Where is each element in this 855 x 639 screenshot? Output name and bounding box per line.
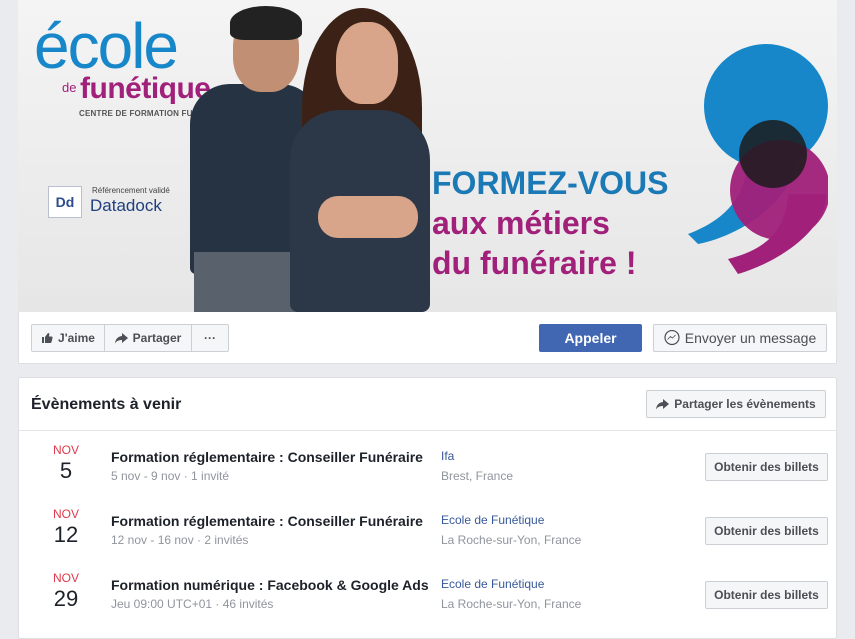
event-place-link[interactable]: Ecole de Funétique [441, 513, 544, 527]
share-label: Partager [132, 331, 182, 345]
event-place-link[interactable]: Ecole de Funétique [441, 577, 544, 591]
man-hair [230, 6, 302, 40]
call-label: Appeler [564, 330, 617, 346]
share-arrow-icon [656, 398, 670, 410]
ecole-funetique-logo: école de funétique CENTRE DE FORMATION F… [34, 10, 230, 118]
send-message-label: Envoyer un message [684, 330, 817, 346]
share-button[interactable]: Partager [104, 324, 192, 352]
event-row[interactable]: NOV 5 Formation réglementaire : Conseill… [19, 431, 836, 495]
event-city: La Roche-sur-Yon, France [441, 533, 582, 547]
cover-photo[interactable]: école de funétique CENTRE DE FORMATION F… [18, 0, 837, 312]
datadock-icon: Dd [48, 186, 82, 218]
share-events-button[interactable]: Partager les évènements [646, 390, 826, 418]
event-row[interactable]: NOV 12 Formation réglementaire : Conseil… [19, 495, 836, 559]
send-message-button[interactable]: Envoyer un message [653, 324, 827, 352]
event-meta: Jeu 09:00 UTC+01 · 46 invités [111, 597, 274, 611]
events-header: Évènements à venir Partager les évènemen… [19, 378, 836, 431]
event-title-link[interactable]: Formation réglementaire : Conseiller Fun… [111, 513, 429, 529]
event-day: 5 [59, 458, 73, 483]
thumbs-up-icon [41, 332, 53, 344]
share-arrow-icon [114, 332, 128, 344]
datadock-name: Datadock [90, 196, 162, 215]
event-city: Brest, France [441, 469, 514, 483]
event-title-link[interactable]: Formation numérique : Facebook & Google … [111, 577, 429, 593]
share-events-label: Partager les évènements [674, 397, 816, 411]
messenger-icon [664, 330, 680, 346]
event-row[interactable]: NOV 29 Formation numérique : Facebook & … [19, 559, 836, 623]
event-month: NOV [52, 443, 79, 457]
event-city: La Roche-sur-Yon, France [441, 597, 582, 611]
call-button[interactable]: Appeler [539, 324, 642, 352]
upcoming-events-card: Évènements à venir Partager les évènemen… [18, 377, 837, 639]
logo-funetique-text: funétique [80, 72, 211, 105]
logo-ecole-text: école [34, 10, 179, 82]
event-title-link[interactable]: Formation réglementaire : Conseiller Fun… [111, 449, 429, 465]
event-month: NOV [52, 507, 79, 521]
quote-comma-graphic [688, 44, 828, 274]
like-label: J'aime [58, 331, 95, 345]
woman-head [336, 22, 398, 104]
events-title: Évènements à venir [31, 396, 182, 413]
more-options-button[interactable]: ··· [191, 324, 229, 352]
event-place-link[interactable]: Ifa [441, 449, 454, 463]
headline-line-3: du funéraire ! [432, 245, 637, 281]
headline-line-2: aux métiers [432, 205, 610, 241]
event-meta: 5 nov - 9 nov · 1 invité [111, 469, 230, 483]
page-action-bar: J'aime Partager ··· Appeler Envoyer un m… [18, 312, 837, 364]
get-tickets-button[interactable]: Obtenir des billets [705, 517, 828, 545]
more-dots-icon: ··· [204, 331, 216, 345]
datadock-ref-text: Référencement validé [92, 186, 170, 195]
woman-arm [318, 196, 418, 238]
cover-headline: FORMEZ-VOUS aux métiers du funéraire ! [432, 163, 668, 283]
get-tickets-button[interactable]: Obtenir des billets [705, 581, 828, 609]
logo-de-text: de [62, 80, 77, 95]
like-button[interactable]: J'aime [31, 324, 105, 352]
headline-line-1: FORMEZ-VOUS [432, 165, 669, 201]
event-day: 12 [53, 522, 79, 547]
event-day: 29 [53, 586, 79, 611]
event-meta: 12 nov - 16 nov · 2 invités [111, 533, 249, 547]
get-tickets-button[interactable]: Obtenir des billets [705, 453, 828, 481]
event-month: NOV [52, 571, 79, 585]
